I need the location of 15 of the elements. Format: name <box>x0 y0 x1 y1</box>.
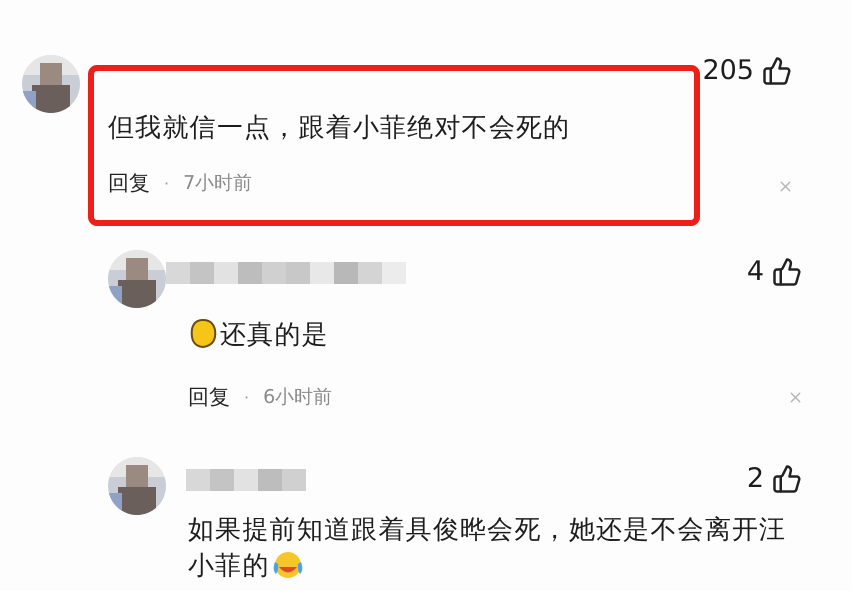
like-count: 4 <box>746 256 764 287</box>
like-count: 205 <box>702 55 754 86</box>
comment-text: 还真的是 <box>188 317 808 353</box>
thumbs-up-icon[interactable] <box>772 256 802 286</box>
separator-dot: · <box>164 174 170 192</box>
comment-time: 7小时前 <box>183 171 252 196</box>
reply-link[interactable]: 回复 <box>188 383 230 411</box>
like-count: 2 <box>746 463 764 494</box>
thumbs-up-icon[interactable] <box>772 464 802 494</box>
reply-link[interactable]: 回复 <box>108 169 150 197</box>
comment-text: 如果提前知道跟着具俊晔会死，她还是不会离开汪小菲的 <box>188 514 788 583</box>
separator-dot: · <box>244 388 250 406</box>
comment-text: 但我就信一点，跟着小菲绝对不会死的 <box>108 112 572 145</box>
comment-time: 6小时前 <box>263 385 332 410</box>
thumbs-up-icon[interactable] <box>762 56 792 86</box>
